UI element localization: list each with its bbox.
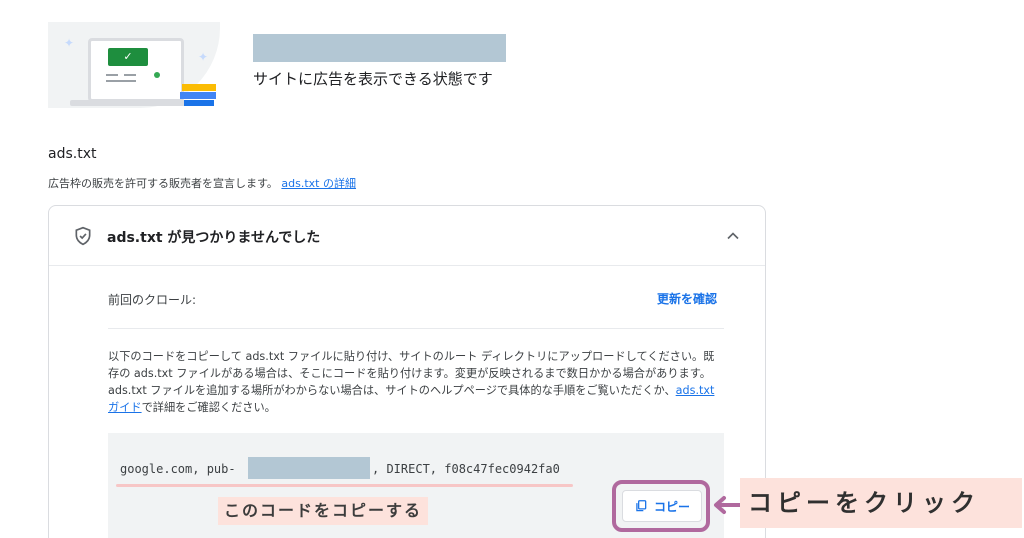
sparkle-icon: ✦ (198, 50, 209, 64)
copy-code-annotation: このコードをコピーする (218, 497, 429, 525)
copy-icon (636, 500, 647, 512)
shield-check-icon (75, 226, 91, 246)
code-suffix: , DIRECT, f08c47fec0942fa0 (372, 462, 560, 476)
panel-title: ads.txt が見つかりませんでした (107, 230, 321, 246)
redacted-publisher-id (248, 457, 370, 479)
header-illustration: ✦ ✦ ✓ (48, 22, 220, 108)
code-prefix: google.com, pub- (120, 462, 236, 476)
check-card-icon: ✓ (108, 48, 148, 66)
site-status-text: サイトに広告を表示できる状態です (253, 70, 493, 88)
divider (108, 328, 724, 329)
code-highlight-underline (116, 484, 573, 487)
instructions-text: 以下のコードをコピーして ads.txt ファイルに貼り付け、サイトのルート デ… (108, 350, 715, 414)
click-copy-annotation: コピーをクリック (740, 478, 1022, 528)
redacted-site-name (253, 34, 506, 62)
copy-button[interactable]: コピー (622, 490, 702, 522)
panel-header[interactable]: ads.txt が見つかりませんでした (49, 206, 765, 266)
chevron-up-icon[interactable] (723, 226, 743, 246)
section-title: ads.txt (48, 146, 97, 162)
sparkle-icon: ✦ (64, 36, 75, 50)
check-for-updates-link[interactable]: 更新を確認 (657, 290, 717, 307)
section-description: 広告枠の販売を許可する販売者を宣言します。 ads.txt の詳細 (48, 177, 356, 190)
ads-txt-details-link[interactable]: ads.txt の詳細 (281, 177, 356, 190)
last-crawl-label: 前回のクロール: (108, 293, 197, 307)
